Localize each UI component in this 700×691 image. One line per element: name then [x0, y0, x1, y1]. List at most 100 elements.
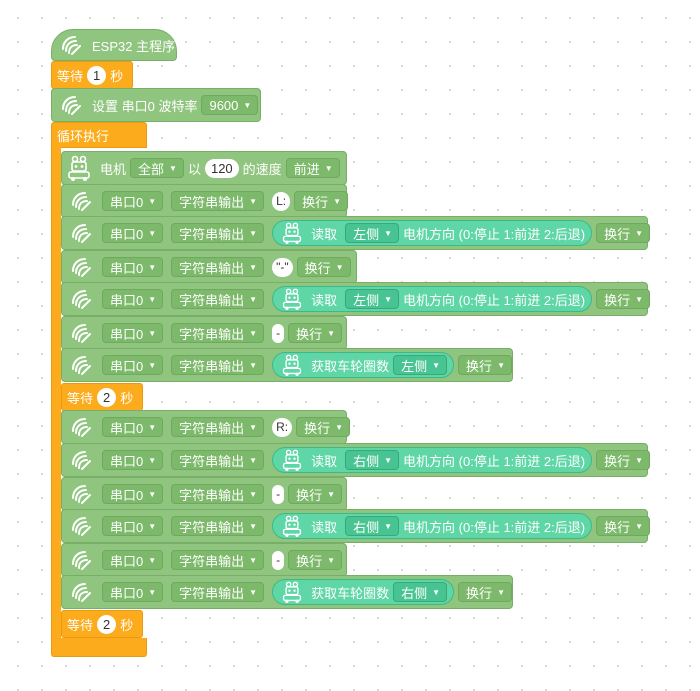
motor-speed-input[interactable]: 120: [204, 158, 239, 178]
serial-print-block[interactable]: 串口0 ▼ 字符串输出 ▼ - 换行 ▼: [61, 316, 347, 350]
newline-dropdown[interactable]: 换行 ▼: [596, 516, 651, 536]
serial-print-block[interactable]: 串口0 ▼ 字符串输出 ▼ 读取 左侧 ▼ 电机方向 (0:停止 1:前进 2:后退)…: [61, 216, 651, 250]
serial-icon: [58, 94, 84, 116]
serial-print-block[interactable]: 串口0 ▼ 字符串输出 ▼ L: 换行 ▼: [61, 184, 349, 218]
newline-dropdown[interactable]: 换行 ▼: [288, 550, 343, 570]
newline-dropdown[interactable]: 换行 ▼: [596, 223, 651, 243]
serial-port-dropdown[interactable]: 串口0 ▼: [102, 323, 164, 343]
direction-label: 电机方向 (0:停止 1:前进 2:后退): [403, 519, 586, 535]
side-dropdown[interactable]: 右侧 ▼: [345, 450, 400, 470]
output-type-dropdown[interactable]: 字符串输出 ▼: [171, 484, 265, 504]
serial-icon: [68, 190, 94, 212]
serial-port-dropdown[interactable]: 串口0 ▼: [102, 223, 164, 243]
string-input[interactable]: -: [272, 323, 285, 343]
chevron-down-icon: ▼: [249, 489, 258, 499]
wheel-turns-reporter[interactable]: 获取车轮圈数 右侧 ▼: [272, 579, 455, 605]
newline-dropdown[interactable]: 换行 ▼: [458, 355, 512, 375]
main-program-block[interactable]: ESP32 主程序: [51, 29, 177, 61]
serial-port-dropdown[interactable]: 串口0 ▼: [102, 355, 164, 375]
string-input[interactable]: R:: [272, 417, 293, 437]
side-dropdown[interactable]: 右侧 ▼: [393, 582, 448, 602]
wait-unit: 秒: [120, 390, 134, 406]
serial-print-block[interactable]: 串口0 ▼ 字符串输出 ▼ 读取 右侧 ▼ 电机方向 (0:停止 1:前进 2:后退)…: [61, 509, 651, 543]
chevron-down-icon: ▼: [249, 294, 258, 304]
robot-icon: [66, 155, 92, 181]
chevron-down-icon: ▼: [249, 328, 258, 338]
serial-print-block[interactable]: 串口0 ▼ 字符串输出 ▼ - 换行 ▼: [61, 543, 347, 577]
serial-port-dropdown[interactable]: 串口0 ▼: [102, 516, 164, 536]
newline-dropdown[interactable]: 换行 ▼: [288, 323, 343, 343]
serial-port-dropdown[interactable]: 串口0 ▼: [102, 191, 164, 211]
serial-print-block[interactable]: 串口0 ▼ 字符串输出 ▼ 获取车轮圈数 右侧 ▼ 换行 ▼: [61, 575, 513, 609]
output-type-dropdown[interactable]: 字符串输出 ▼: [171, 582, 265, 602]
serial-print-block[interactable]: 串口0 ▼ 字符串输出 ▼ R: 换行 ▼: [61, 410, 351, 444]
motor-select-dropdown[interactable]: 全部 ▼: [130, 158, 184, 178]
output-type-dropdown[interactable]: 字符串输出 ▼: [171, 450, 265, 470]
motor-block[interactable]: 电机 全部 ▼ 以 120 的速度 前进 ▼: [61, 151, 347, 185]
output-type-dropdown[interactable]: 字符串输出 ▼: [171, 550, 265, 570]
serial-port-dropdown[interactable]: 串口0 ▼: [102, 484, 164, 504]
chevron-down-icon: ▼: [148, 228, 157, 238]
serial-port-dropdown[interactable]: 串口0 ▼: [102, 417, 164, 437]
output-type-dropdown[interactable]: 字符串输出 ▼: [171, 417, 265, 437]
serial-print-block[interactable]: 串口0 ▼ 字符串输出 ▼ 读取 左侧 ▼ 电机方向 (0:停止 1:前进 2:后退)…: [61, 282, 651, 316]
newline-dropdown[interactable]: 换行 ▼: [288, 484, 343, 504]
chevron-down-icon: ▼: [249, 422, 258, 432]
serial-port-dropdown[interactable]: 串口0 ▼: [102, 450, 164, 470]
baud-rate-dropdown[interactable]: 9600 ▼: [201, 95, 259, 115]
serial-port-dropdown[interactable]: 串口0 ▼: [102, 257, 164, 277]
chevron-down-icon: ▼: [324, 163, 333, 173]
output-type-dropdown[interactable]: 字符串输出 ▼: [171, 257, 265, 277]
string-input[interactable]: "-": [272, 257, 293, 277]
motor-speed-label: 的速度: [242, 161, 282, 177]
main-program-label: ESP32 主程序: [92, 38, 176, 54]
chevron-down-icon: ▼: [148, 422, 157, 432]
motor-direction-dropdown[interactable]: 前进 ▼: [285, 158, 340, 178]
side-dropdown[interactable]: 左侧 ▼: [393, 355, 448, 375]
newline-dropdown[interactable]: 换行 ▼: [596, 450, 651, 470]
read-motor-direction-reporter[interactable]: 读取 左侧 ▼ 电机方向 (0:停止 1:前进 2:后退): [272, 286, 593, 312]
wheel-turns-reporter[interactable]: 获取车轮圈数 左侧 ▼: [272, 352, 455, 378]
output-type-dropdown[interactable]: 字符串输出 ▼: [171, 355, 265, 375]
serial-port-dropdown[interactable]: 串口0 ▼: [102, 550, 164, 570]
serial-print-block[interactable]: 串口0 ▼ 字符串输出 ▼ 获取车轮圈数 左侧 ▼ 换行 ▼: [61, 348, 513, 382]
wait-block[interactable]: 等待 2 秒: [61, 383, 143, 411]
wait-seconds-input[interactable]: 2: [97, 614, 117, 634]
serial-print-block[interactable]: 串口0 ▼ 字符串输出 ▼ "-" 换行 ▼: [61, 250, 357, 284]
wait-block[interactable]: 等待 1 秒: [51, 61, 133, 89]
read-motor-direction-reporter[interactable]: 读取 右侧 ▼ 电机方向 (0:停止 1:前进 2:后退): [272, 513, 593, 539]
wait-seconds-input[interactable]: 2: [97, 387, 117, 407]
output-type-dropdown[interactable]: 字符串输出 ▼: [171, 223, 265, 243]
serial-print-block[interactable]: 串口0 ▼ 字符串输出 ▼ - 换行 ▼: [61, 477, 347, 511]
string-input[interactable]: -: [272, 550, 285, 570]
serial-port-dropdown[interactable]: 串口0 ▼: [102, 582, 164, 602]
newline-dropdown[interactable]: 换行 ▼: [296, 417, 351, 437]
side-dropdown[interactable]: 左侧 ▼: [345, 223, 400, 243]
side-dropdown[interactable]: 左侧 ▼: [345, 289, 400, 309]
newline-dropdown[interactable]: 换行 ▼: [458, 582, 512, 602]
string-input[interactable]: L:: [272, 191, 291, 211]
newline-dropdown[interactable]: 换行 ▼: [596, 289, 651, 309]
output-type-dropdown[interactable]: 字符串输出 ▼: [171, 191, 265, 211]
side-dropdown[interactable]: 右侧 ▼: [345, 516, 400, 536]
newline-dropdown[interactable]: 换行 ▼: [294, 191, 349, 211]
output-type-dropdown[interactable]: 字符串输出 ▼: [171, 516, 265, 536]
read-motor-direction-reporter[interactable]: 读取 左侧 ▼ 电机方向 (0:停止 1:前进 2:后退): [272, 220, 593, 246]
chevron-down-icon: ▼: [432, 360, 441, 370]
string-input[interactable]: -: [272, 484, 285, 504]
loop-block[interactable]: 循环执行: [51, 122, 147, 148]
newline-dropdown[interactable]: 换行 ▼: [296, 257, 351, 277]
read-label: 读取: [311, 519, 338, 535]
wait-seconds-input[interactable]: 1: [87, 65, 107, 85]
serial-print-block[interactable]: 串口0 ▼ 字符串输出 ▼ 读取 右侧 ▼ 电机方向 (0:停止 1:前进 2:后退)…: [61, 443, 651, 477]
wait-block[interactable]: 等待 2 秒: [61, 610, 143, 638]
read-motor-direction-reporter[interactable]: 读取 右侧 ▼ 电机方向 (0:停止 1:前进 2:后退): [272, 447, 593, 473]
wait-unit: 秒: [110, 68, 124, 84]
set-baud-block[interactable]: 设置 串口0 波特率 9600 ▼: [51, 88, 261, 122]
output-type-dropdown[interactable]: 字符串输出 ▼: [171, 289, 265, 309]
output-type-dropdown[interactable]: 字符串输出 ▼: [171, 323, 265, 343]
chevron-down-icon: ▼: [148, 489, 157, 499]
robot-icon: [281, 222, 303, 244]
serial-port-dropdown[interactable]: 串口0 ▼: [102, 289, 164, 309]
chevron-down-icon: ▼: [249, 360, 258, 370]
